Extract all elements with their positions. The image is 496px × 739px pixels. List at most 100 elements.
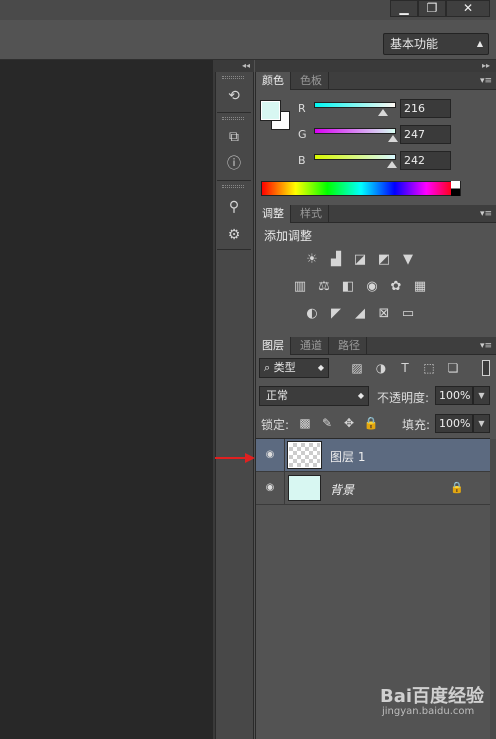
blend-mode-select[interactable]: 正常 ◆ [259,386,369,406]
3d-cube-icon[interactable]: ⧉ [222,127,246,147]
close-button[interactable]: ✕ [446,0,490,17]
photo-filter-icon[interactable]: ◉ [363,279,381,295]
photoshop-window: ▁ ❐ ✕ 基本功能 ▲ ◂◂ ⟲ ⧉ ⓘ ⚲ ⚙ ▸▸ 颜色 色板 ▾≡ 调整… [0,0,496,739]
filter-adjustment-icon[interactable]: ◑ [373,360,389,376]
tab-paths[interactable]: 路径 [332,337,367,355]
dock-divider [217,180,251,181]
channel-value-input[interactable]: 247 [400,125,451,144]
tab-layers[interactable]: 图层 [256,337,291,355]
layer-thumbnail-background [288,475,321,501]
eye-icon[interactable]: ◉ [262,481,278,495]
gradient-map-icon[interactable]: ▭ [399,306,417,322]
tab-swatches[interactable]: 色板 [294,72,329,90]
layer-name: 背景 [330,483,355,497]
filter-type-icon[interactable]: T [397,360,413,376]
posterize-icon[interactable]: ◤ [327,306,345,322]
tab-channels[interactable]: 通道 [294,337,329,355]
workspace-select[interactable]: 基本功能 ▲ [383,33,489,55]
filter-shape-icon[interactable]: ⬚ [421,360,437,376]
dock-grip[interactable] [222,185,244,188]
layer-thumbnail-transparent [287,441,322,469]
channel-label: B [298,154,306,167]
channel-label: R [298,102,306,115]
panel-menu-icon[interactable]: ▾≡ [480,72,492,90]
layer-filter-label: 类型 [273,361,296,374]
watermark-url: jingyan.baidu.com [382,706,475,717]
invert-icon[interactable]: ◐ [303,306,321,322]
slider-thumb-icon[interactable] [388,135,399,142]
maximize-button[interactable]: ❐ [418,0,446,17]
fill-label: 填充: [402,418,431,432]
opacity-input[interactable]: 100% [435,386,473,405]
layer-filter-select[interactable]: ⌕ 类型 ◆ [259,358,329,378]
lock-image-pixels-icon[interactable]: ✎ [319,415,335,431]
vibrance-icon[interactable]: ▼ [399,252,417,268]
search-icon: ⌕ [264,361,274,374]
workspace-label: 基本功能 [390,37,439,51]
minimize-button[interactable]: ▁ [390,0,418,17]
slider-thumb-icon[interactable] [386,161,397,168]
opacity-dropdown-icon[interactable]: ▼ [473,386,490,405]
filter-pixel-icon[interactable]: ▨ [349,360,365,376]
dock-grip[interactable] [222,76,244,79]
opacity-label: 不透明度: [377,391,430,405]
collapse-panels-icon[interactable]: ▸▸ [255,60,496,72]
updown-arrow-icon: ◆ [317,363,324,372]
baidu-watermark: Bai百度经验 jingyan.baidu.com [380,682,492,722]
color-spectrum[interactable] [261,181,461,196]
levels-icon[interactable]: ▟ [327,252,345,268]
foreground-color-swatch[interactable] [260,100,281,121]
eye-icon[interactable]: ◉ [262,448,278,462]
adjustments-title: 添加调整 [264,229,313,243]
dock-divider [217,112,251,113]
channel-value-input[interactable]: 242 [400,151,451,170]
lock-label: 锁定: [261,418,290,432]
fill-dropdown-icon[interactable]: ▼ [473,414,490,433]
layer-row-layer1[interactable]: ◉ 图层 1 [256,439,490,472]
channel-slider[interactable] [314,102,396,108]
lock-position-icon[interactable]: ✥ [341,415,357,431]
channel-slider[interactable] [314,128,396,134]
color-panel-tabs: 颜色 色板 ▾≡ [256,72,496,90]
threshold-icon[interactable]: ◢ [351,306,369,322]
channel-label: G [298,128,307,141]
lock-all-icon[interactable]: 🔒 [363,415,379,431]
info-icon[interactable]: ⓘ [222,154,246,174]
black-white-swatch[interactable] [451,181,460,196]
tab-styles[interactable]: 样式 [294,205,329,223]
selective-color-icon[interactable]: ⊠ [375,306,393,322]
color-lookup-icon[interactable]: ▦ [411,279,429,295]
exposure-icon[interactable]: ◩ [375,252,393,268]
tab-color[interactable]: 颜色 [256,72,291,90]
blend-mode-label: 正常 [266,389,288,402]
panel-menu-icon[interactable]: ▾≡ [480,205,492,223]
fill-input[interactable]: 100% [435,414,473,433]
dock-grip[interactable] [222,117,244,120]
document-canvas[interactable] [0,60,213,739]
updown-arrow-icon: ◆ [357,391,364,400]
hue-saturation-icon[interactable]: ▥ [291,279,309,295]
eye-divider [284,472,285,505]
history-icon[interactable]: ⟲ [222,86,246,106]
layer-row-background[interactable]: ◉ 背景 🔒 [256,472,490,505]
lock-transparent-pixels-icon[interactable]: ▩ [297,415,313,431]
channel-value-input[interactable]: 216 [400,99,451,118]
updown-arrow-icon: ▲ [476,39,483,48]
brightness-icon[interactable]: ☀ [303,252,321,268]
curves-icon[interactable]: ◪ [351,252,369,268]
filter-toggle-switch[interactable] [482,360,490,376]
tab-adjustments[interactable]: 调整 [256,205,291,223]
lock-icon: 🔒 [450,481,464,494]
channel-slider[interactable] [314,154,396,160]
slider-thumb-icon[interactable] [378,109,389,116]
filter-smart-object-icon[interactable]: ❏ [445,360,461,376]
brush-presets-icon[interactable]: ⚲ [222,197,246,217]
color-balance-icon[interactable]: ⚖ [315,279,333,295]
tool-presets-icon[interactable]: ⚙ [222,225,246,245]
collapse-dock-icon[interactable]: ◂◂ [215,60,254,72]
adjustments-panel-tabs: 调整 样式 ▾≡ [256,205,496,223]
black-white-icon[interactable]: ◧ [339,279,357,295]
channel-mixer-icon[interactable]: ✿ [387,279,405,295]
layer-name: 图层 1 [330,450,366,464]
panel-menu-icon[interactable]: ▾≡ [480,337,492,355]
